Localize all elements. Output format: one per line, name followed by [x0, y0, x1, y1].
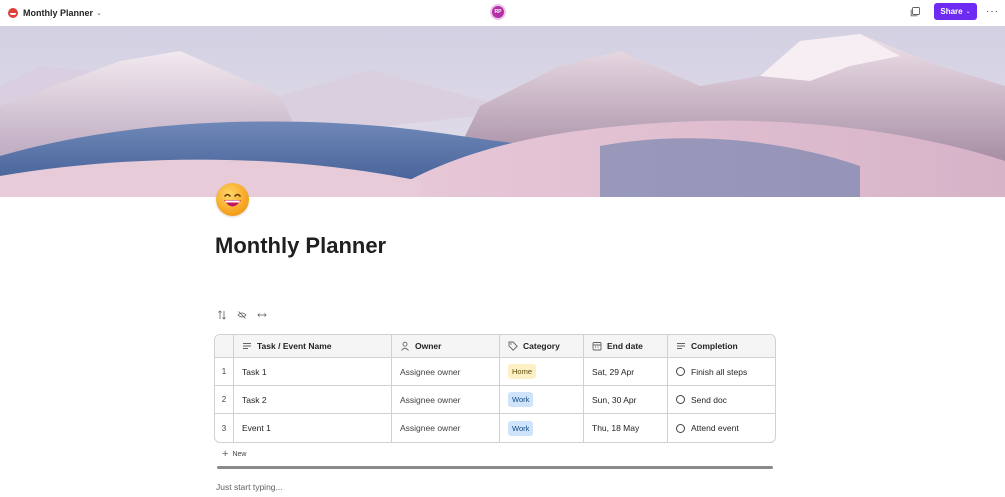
- cover-banner[interactable]: [0, 26, 1005, 197]
- text-lines-icon: [243, 343, 251, 349]
- sort-icon[interactable]: [217, 310, 227, 320]
- plus-icon: +: [222, 448, 229, 460]
- column-label: Owner: [415, 341, 442, 351]
- share-button-label: Share: [940, 7, 963, 16]
- owner-cell[interactable]: Assignee owner: [392, 414, 500, 442]
- copy-icon[interactable]: [910, 7, 920, 17]
- row-number: 3: [215, 414, 234, 442]
- person-icon: [401, 341, 409, 351]
- end-date-cell[interactable]: Sat, 29 Apr: [584, 358, 668, 385]
- column-header-category[interactable]: Category: [500, 335, 584, 357]
- owner-cell[interactable]: Assignee owner: [392, 358, 500, 385]
- text-lines-icon: [677, 343, 685, 349]
- row-number-header: [215, 335, 234, 357]
- more-icon[interactable]: ···: [986, 6, 999, 17]
- task-name-cell[interactable]: Event 1: [234, 414, 392, 442]
- column-label: Category: [523, 341, 560, 351]
- completion-cell[interactable]: Finish all steps: [668, 358, 775, 385]
- calendar-icon: [592, 342, 602, 351]
- table-row[interactable]: 2 Task 2 Assignee owner Work Sun, 30 Apr…: [215, 386, 775, 414]
- column-label: Task / Event Name: [257, 341, 332, 351]
- owner-cell[interactable]: Assignee owner: [392, 386, 500, 413]
- banner-landscape: [0, 26, 1005, 197]
- column-header-name[interactable]: Task / Event Name: [234, 335, 392, 357]
- grinning-face-icon[interactable]: [216, 183, 249, 216]
- column-header-end-date[interactable]: End date: [584, 335, 668, 357]
- table-row[interactable]: 3 Event 1 Assignee owner Work Thu, 18 Ma…: [215, 414, 775, 442]
- table-row[interactable]: 1 Task 1 Assignee owner Home Sat, 29 Apr…: [215, 358, 775, 386]
- end-date-cell[interactable]: Sun, 30 Apr: [584, 386, 668, 413]
- chevron-down-icon[interactable]: ⌄: [96, 9, 102, 17]
- loop-logo-icon: [8, 8, 18, 18]
- completion-radio[interactable]: [676, 395, 685, 404]
- share-button[interactable]: Share ⌄: [934, 3, 977, 20]
- category-cell[interactable]: Work: [500, 386, 584, 413]
- new-row-label: New: [232, 451, 247, 458]
- chevron-down-icon: ⌄: [965, 9, 971, 15]
- category-cell[interactable]: Work: [500, 414, 584, 442]
- horizontal-scrollbar[interactable]: [217, 466, 773, 469]
- completion-radio[interactable]: [676, 423, 685, 433]
- avatar[interactable]: RP: [490, 4, 506, 20]
- editor-placeholder[interactable]: Just start typing...: [216, 482, 283, 492]
- completion-cell[interactable]: Attend event: [668, 414, 775, 442]
- page-title[interactable]: Monthly Planner: [215, 233, 386, 259]
- row-number: 1: [215, 358, 234, 385]
- task-name-cell[interactable]: Task 2: [234, 386, 392, 413]
- document-title[interactable]: Monthly Planner: [23, 8, 93, 18]
- hide-icon[interactable]: [237, 310, 247, 320]
- completion-cell[interactable]: Send doc: [668, 386, 775, 413]
- category-cell[interactable]: Home: [500, 358, 584, 385]
- completion-text: Send doc: [691, 394, 727, 405]
- table-header: Task / Event Name Owner Category End dat…: [215, 335, 775, 358]
- category-tag: Work: [508, 420, 534, 436]
- new-row-button[interactable]: + New: [222, 449, 246, 460]
- resize-icon[interactable]: [257, 310, 267, 320]
- end-date-cell[interactable]: Thu, 18 May: [584, 414, 668, 442]
- task-name-cell[interactable]: Task 1: [234, 358, 392, 385]
- category-tag: Work: [508, 392, 534, 407]
- column-label: End date: [607, 341, 643, 351]
- completion-radio[interactable]: [676, 367, 685, 376]
- column-label: Completion: [691, 341, 738, 351]
- completion-text: Finish all steps: [691, 366, 748, 377]
- emoji-face: [224, 193, 241, 207]
- tag-icon: [508, 341, 518, 351]
- column-header-owner[interactable]: Owner: [392, 335, 500, 357]
- category-tag: Home: [508, 364, 537, 379]
- column-header-completion[interactable]: Completion: [668, 335, 775, 357]
- row-number: 2: [215, 386, 234, 413]
- planner-table: Task / Event Name Owner Category End dat…: [214, 334, 776, 443]
- completion-text: Attend event: [691, 423, 739, 433]
